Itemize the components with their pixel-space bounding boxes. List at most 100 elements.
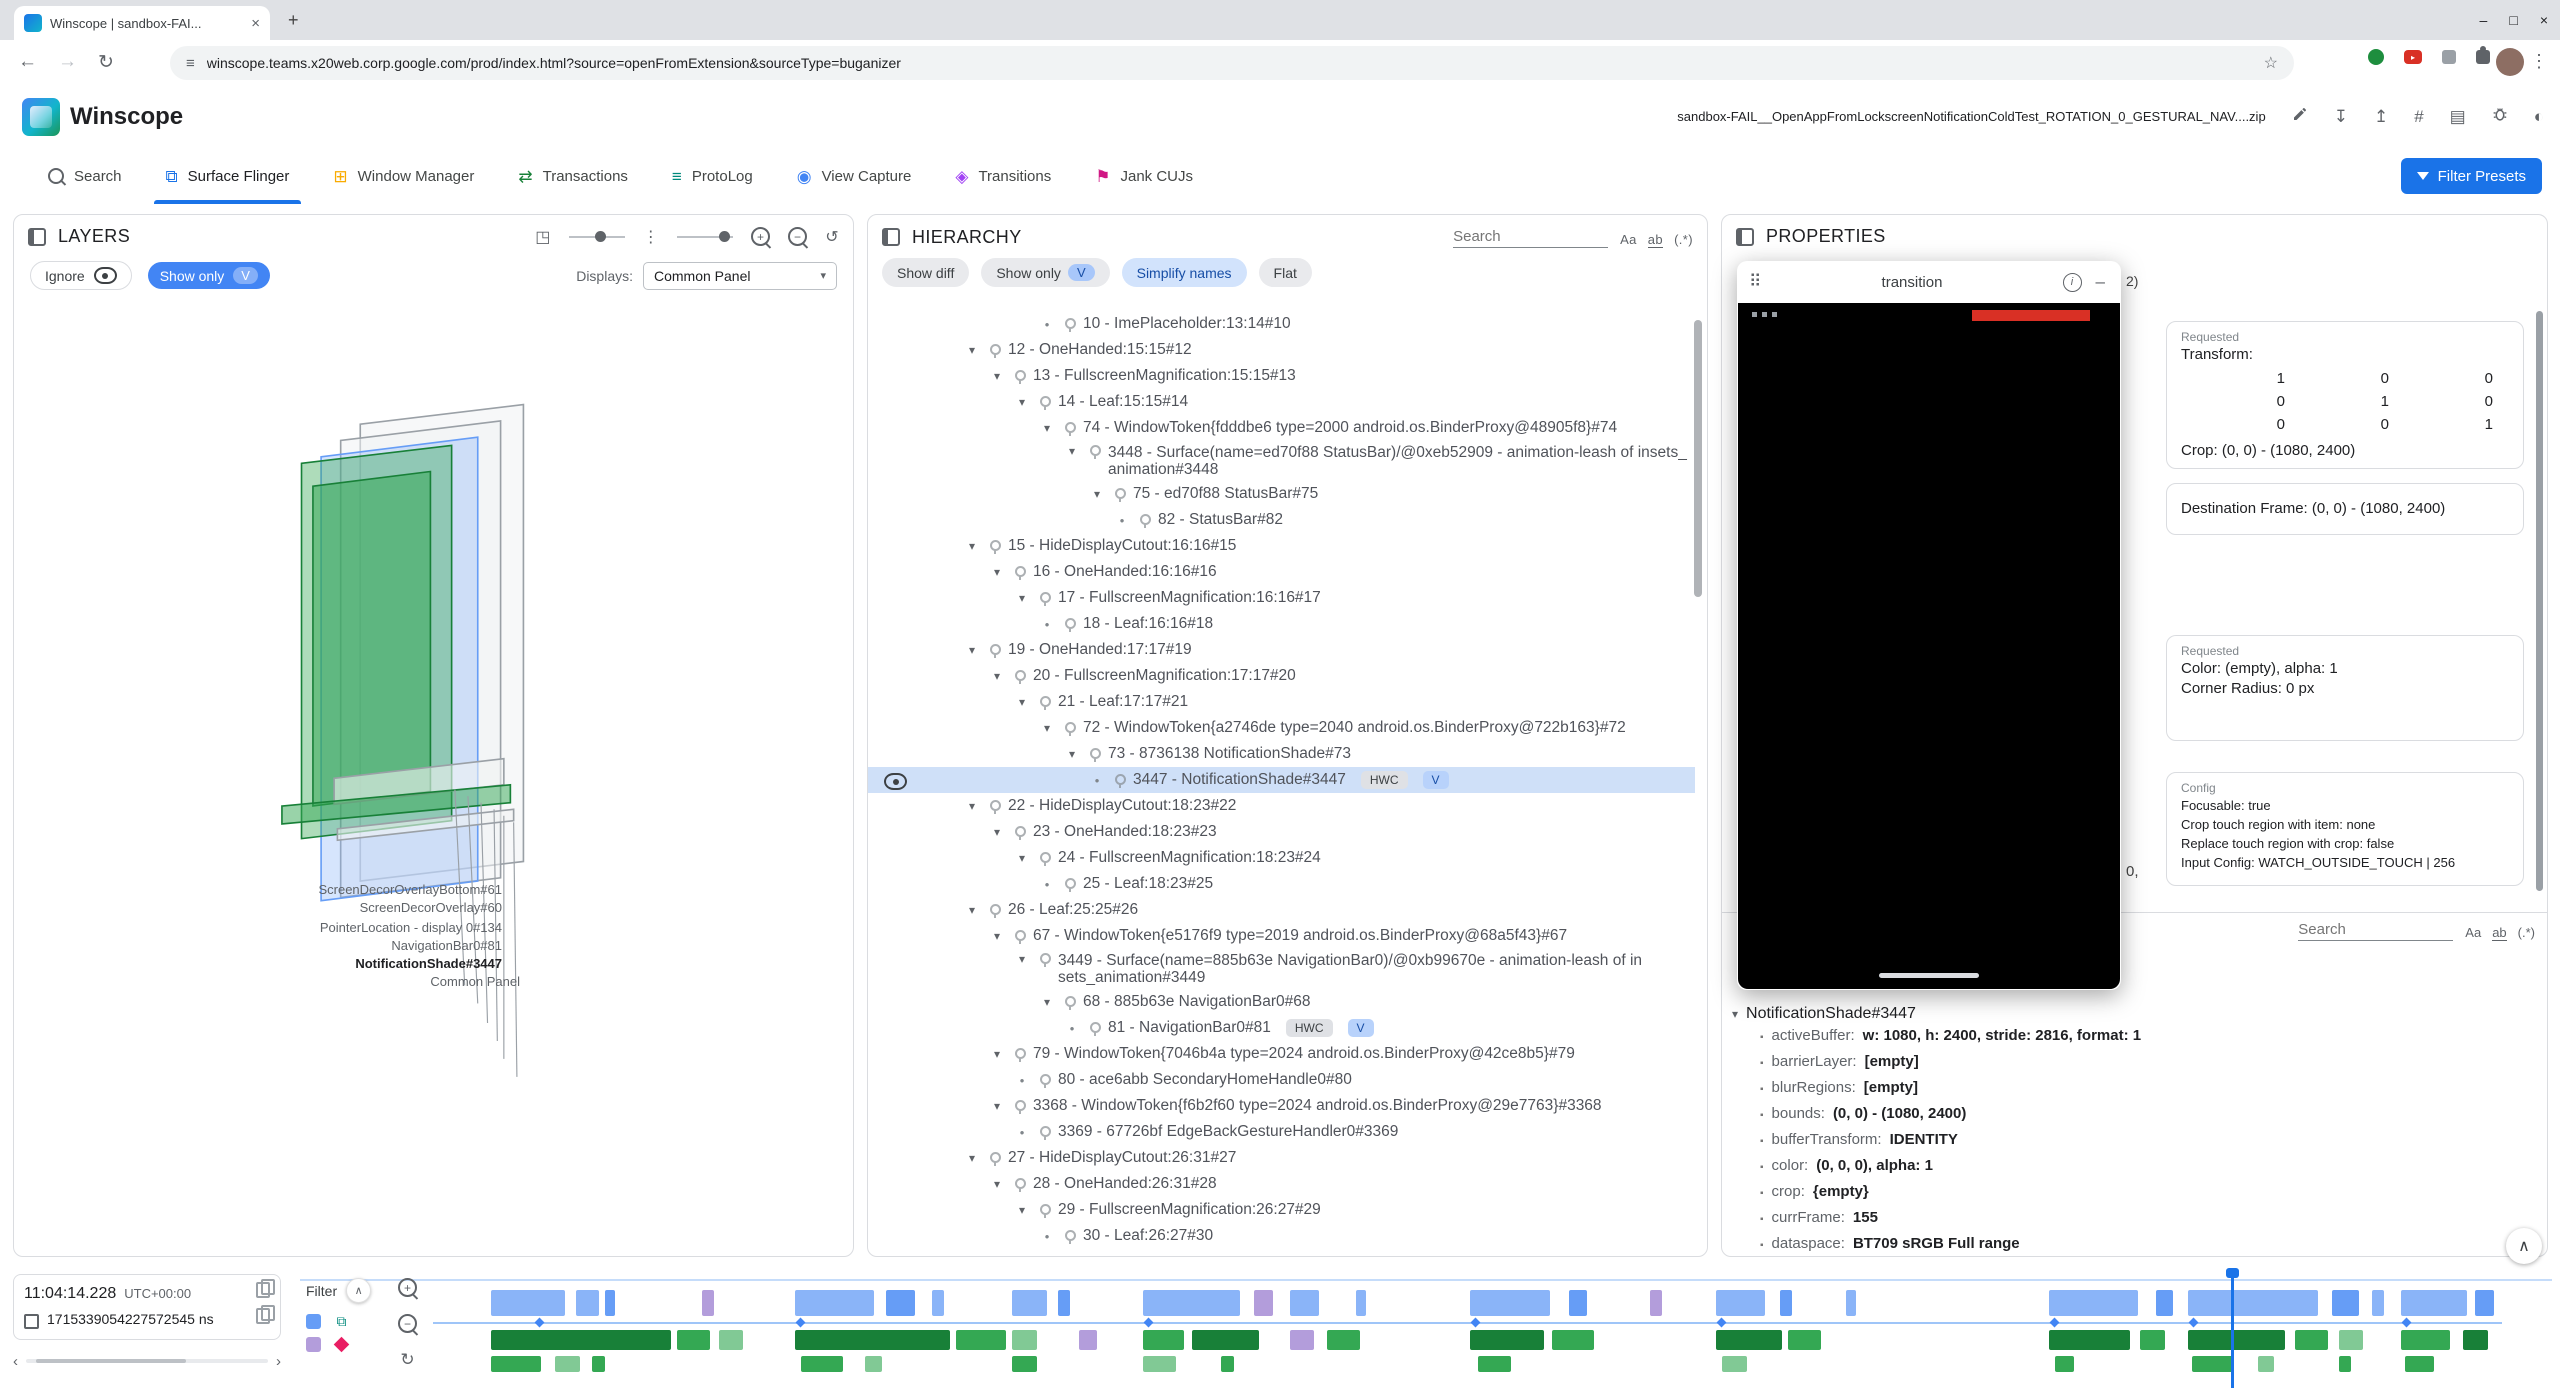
hierarchy-node[interactable]: ▾20 - FullscreenMagnification:17:17#20 [868, 663, 1695, 689]
pin-icon[interactable] [1037, 1203, 1051, 1218]
timeline-cursor[interactable] [2231, 1268, 2234, 1388]
timeline-reset-zoom-icon[interactable]: ↻ [400, 1350, 414, 1370]
pin-icon[interactable] [1037, 1125, 1051, 1140]
hierarchy-node[interactable]: ▾15 - HideDisplayCutout:16:16#15 [868, 533, 1695, 559]
address-bar[interactable]: ≡ winscope.teams.x20web.corp.google.com/… [170, 46, 2294, 80]
match-case-icon[interactable]: Aa [1620, 232, 1637, 247]
property-row[interactable]: ▪currFrame:155 [1732, 1209, 2537, 1235]
scroll-to-top-button[interactable]: ∧ [2506, 1228, 2542, 1264]
info-icon[interactable]: i [2063, 273, 2082, 292]
timeline-event-bar[interactable] [491, 1330, 671, 1350]
timeline-event-bar[interactable] [592, 1356, 604, 1372]
property-row[interactable]: ▪crop:{empty} [1732, 1183, 2537, 1209]
window-minimize-button[interactable]: – [2480, 12, 2488, 28]
tab-search[interactable]: Search [26, 148, 144, 204]
timeline-event-bar[interactable] [1079, 1330, 1098, 1350]
timeline-event-bar[interactable] [576, 1290, 599, 1316]
property-row[interactable]: ▪bounds:(0, 0) - (1080, 2400) [1732, 1105, 2537, 1131]
timeline-event-bar[interactable] [605, 1290, 615, 1316]
pin-icon[interactable] [1137, 513, 1151, 528]
expand-arrow-icon[interactable]: ▾ [989, 825, 1005, 839]
expand-arrow-icon[interactable]: ▾ [989, 669, 1005, 683]
regex-icon[interactable]: (.*) [2518, 925, 2535, 940]
tab-surface-flinger[interactable]: ⧉Surface Flinger [144, 148, 312, 204]
expand-arrow-icon[interactable]: ▾ [1089, 487, 1105, 501]
timeline-event-bar[interactable] [1058, 1290, 1070, 1316]
hierarchy-node[interactable]: ▾68 - 885b63e NavigationBar0#68 [868, 989, 1695, 1015]
hierarchy-node[interactable]: ▾26 - Leaf:25:25#26 [868, 897, 1695, 923]
layer-label[interactable]: NotificationShade#3447 [14, 956, 502, 972]
collapse-panel-icon[interactable] [882, 228, 900, 246]
tab-close-icon[interactable]: × [251, 15, 260, 32]
filter-presets-button[interactable]: Filter Presets [2401, 158, 2542, 194]
timeline-event-bar[interactable] [795, 1330, 950, 1350]
hierarchy-node[interactable]: •25 - Leaf:18:23#25 [868, 871, 1695, 897]
expand-arrow-icon[interactable]: ▾ [1039, 721, 1055, 735]
timeline-event-bar[interactable] [1143, 1356, 1176, 1372]
proto-root-node[interactable]: ▾ NotificationShade#3447 [1732, 1001, 2537, 1027]
expand-arrow-icon[interactable]: ▾ [1014, 851, 1030, 865]
timeline-tick[interactable] [796, 1318, 806, 1328]
property-row[interactable]: ▪bufferTransform:IDENTITY [1732, 1131, 2537, 1157]
hierarchy-node[interactable]: ▾17 - FullscreenMagnification:16:16#17 [868, 585, 1695, 611]
visibility-eye-icon[interactable] [884, 773, 907, 790]
show-only-toggle[interactable]: Show only V [981, 258, 1109, 287]
tab-protolog[interactable]: ≡ProtoLog [650, 148, 775, 204]
pin-icon[interactable] [1087, 444, 1101, 459]
browser-menu-icon[interactable]: ⋮ [2530, 51, 2548, 72]
expand-arrow-icon[interactable]: ▾ [1732, 1007, 1738, 1021]
pin-icon[interactable] [1062, 421, 1076, 436]
browser-tab[interactable]: Winscope | sandbox-FAI... × [14, 6, 270, 40]
expand-arrow-icon[interactable]: ▾ [1014, 952, 1030, 966]
timeline-event-bar[interactable] [1143, 1330, 1184, 1350]
timeline-event-bar[interactable] [677, 1330, 710, 1350]
pin-icon[interactable] [1062, 317, 1076, 332]
timeline-event-bar[interactable] [1192, 1330, 1258, 1350]
expand-arrow-icon[interactable]: ▾ [989, 929, 1005, 943]
hierarchy-node[interactable]: ▾12 - OneHanded:15:15#12 [868, 337, 1695, 363]
expand-arrow-icon[interactable]: ▾ [964, 1151, 980, 1165]
cross-tool-sync-icon[interactable]: # [2414, 107, 2423, 127]
timeline-event-bar[interactable] [702, 1290, 714, 1316]
timeline-event-bar[interactable] [1470, 1290, 1551, 1316]
transactions-trace-icon[interactable] [306, 1337, 321, 1352]
minimize-icon[interactable]: – [2092, 272, 2109, 292]
pin-icon[interactable] [1012, 1177, 1026, 1192]
timeline-event-bar[interactable] [1716, 1330, 1782, 1350]
rotation-slider[interactable] [569, 236, 625, 238]
pin-icon[interactable] [987, 539, 1001, 554]
hierarchy-node[interactable]: •30 - Leaf:26:27#30 [868, 1223, 1695, 1249]
pin-icon[interactable] [1062, 1229, 1076, 1244]
expand-arrow-icon[interactable]: ▾ [964, 903, 980, 917]
tab-transitions[interactable]: ◈Transitions [933, 148, 1073, 204]
reset-view-icon[interactable]: ↺ [825, 227, 839, 247]
timeline-event-bar[interactable] [2401, 1290, 2467, 1316]
pin-icon[interactable] [1012, 1099, 1026, 1114]
collapse-timeline-button[interactable]: ∧ [346, 1278, 371, 1303]
expand-arrow-icon[interactable]: ▾ [964, 343, 980, 357]
pin-icon[interactable] [1012, 369, 1026, 384]
spacing-slider[interactable] [677, 236, 733, 238]
expand-arrow-icon[interactable]: ▾ [1014, 591, 1030, 605]
timeline-event-bar[interactable] [2339, 1330, 2364, 1350]
timeline-event-bar[interactable] [2401, 1330, 2451, 1350]
timeline-event-bar[interactable] [2475, 1290, 2494, 1316]
hierarchy-node[interactable]: ▾75 - ed70f88 StatusBar#75 [868, 481, 1695, 507]
timeline-event-bar[interactable] [2188, 1290, 2318, 1316]
expand-arrow-icon[interactable]: ▾ [964, 643, 980, 657]
hierarchy-node[interactable]: •81 - NavigationBar0#81HWCV [868, 1015, 1695, 1041]
drag-handle-icon[interactable]: ⠿ [1749, 272, 1761, 292]
timeline-event-bar[interactable] [2332, 1290, 2359, 1316]
hierarchy-node[interactable]: •80 - ace6abb SecondaryHomeHandle0#80 [868, 1067, 1695, 1093]
pin-icon[interactable] [1012, 565, 1026, 580]
properties-scrollbar[interactable] [2536, 311, 2543, 891]
back-button[interactable]: ← [18, 51, 37, 73]
timeline-event-bar[interactable] [1722, 1356, 1747, 1372]
displays-select[interactable]: Common Panel ▾ [643, 262, 837, 290]
upload-icon[interactable]: ↥ [2374, 107, 2388, 127]
timeline-event-bar[interactable] [2140, 1330, 2165, 1350]
window-close-button[interactable]: × [2540, 12, 2548, 28]
pin-icon[interactable] [1062, 617, 1076, 632]
match-word-icon[interactable]: ab [2492, 925, 2506, 941]
hierarchy-node[interactable]: •82 - StatusBar#82 [868, 507, 1695, 533]
